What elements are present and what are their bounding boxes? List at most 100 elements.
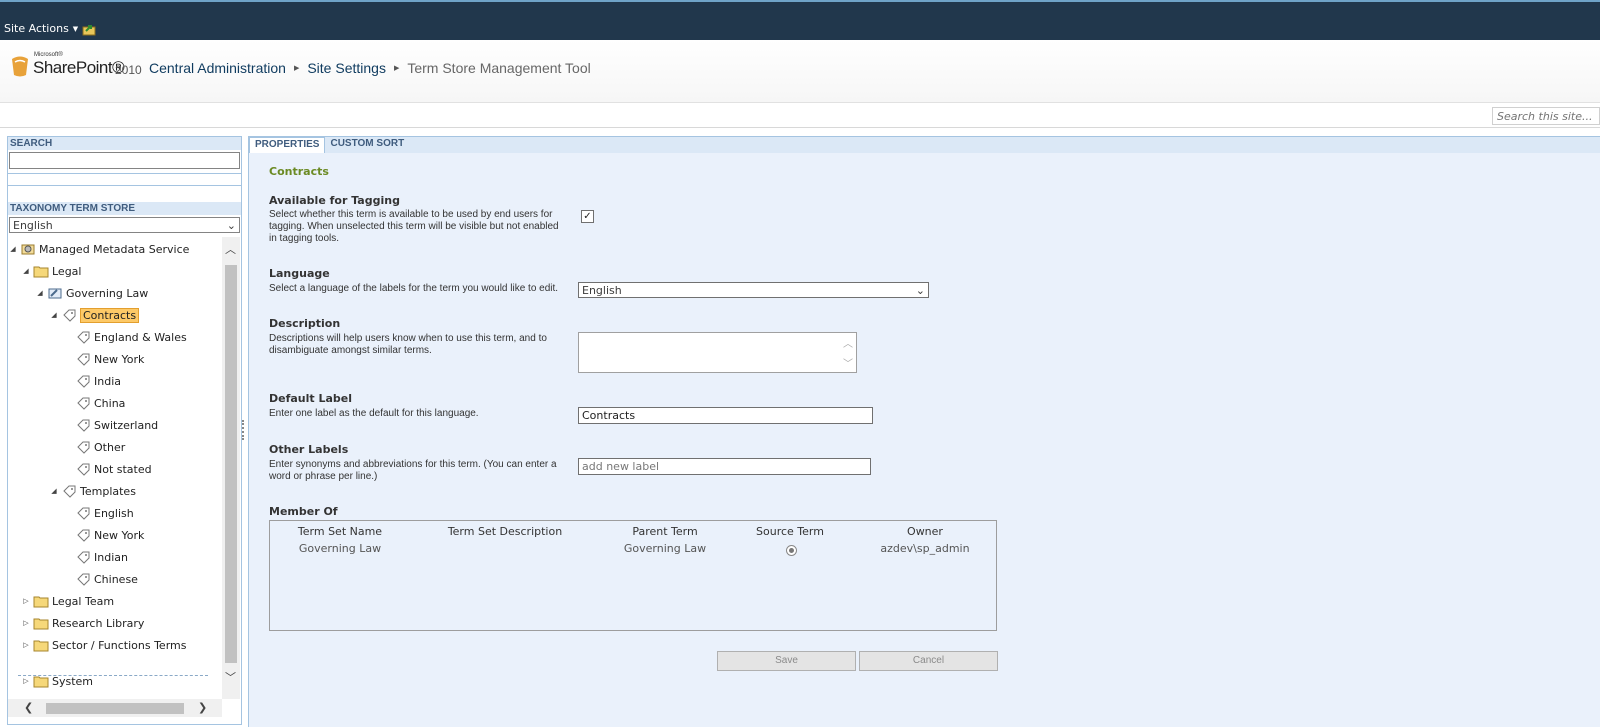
member-of-table: Term Set Name Term Set Description Paren…: [269, 520, 997, 631]
default-label-input[interactable]: Contracts: [578, 407, 873, 424]
tree-node-chinese[interactable]: Chinese: [73, 569, 138, 589]
tree-node-not-stated[interactable]: Not stated: [73, 459, 152, 479]
scroll-down-icon[interactable]: ﹀: [843, 355, 853, 370]
tree-node-label: New York: [94, 528, 145, 542]
collapse-icon[interactable]: ◢: [35, 289, 45, 297]
term-title: Contracts: [269, 165, 329, 178]
tree-divider: [18, 675, 208, 676]
tree-node-label: Chinese: [94, 572, 138, 586]
tree-node-indian[interactable]: Indian: [73, 547, 128, 567]
scroll-up-icon[interactable]: ︿: [225, 241, 236, 257]
expand-icon[interactable]: ▷: [21, 619, 31, 627]
site-search-input[interactable]: [1492, 107, 1600, 125]
scroll-left-icon[interactable]: ❮: [24, 701, 33, 714]
other-labels-input[interactable]: add new label: [578, 458, 871, 475]
tag-icon: [77, 419, 90, 432]
expand-icon[interactable]: ▷: [21, 597, 31, 605]
breadcrumb-separator-icon: ▶: [293, 65, 300, 72]
tag-icon: [63, 485, 76, 498]
default-label-title: Default Label: [269, 392, 353, 405]
tree-node-label: English: [94, 506, 134, 520]
tree-node-root[interactable]: ◢ Managed Metadata Service: [8, 239, 189, 259]
expand-icon[interactable]: ▷: [21, 641, 31, 649]
parent-term-cell: Governing Law: [623, 542, 707, 555]
search-results-band: [8, 173, 241, 186]
tree-node-new-york[interactable]: New York: [73, 349, 144, 369]
scroll-right-icon[interactable]: ❯: [198, 701, 207, 714]
collapse-icon[interactable]: ◢: [49, 487, 59, 495]
tree-node-label: Governing Law: [66, 286, 149, 300]
collapse-icon[interactable]: ◢: [49, 311, 59, 319]
tree-node-label: Indian: [94, 550, 128, 564]
save-button[interactable]: Save: [717, 651, 856, 671]
expand-icon[interactable]: ▷: [21, 677, 31, 685]
vertical-scroll-thumb[interactable]: [225, 265, 237, 663]
tree-node-contracts[interactable]: ◢ Contracts: [49, 305, 140, 325]
tree-node-legal-team[interactable]: ▷ Legal Team: [21, 591, 114, 611]
tree-node-switzerland[interactable]: Switzerland: [73, 415, 158, 435]
ribbon-bar: Site Actions ▼: [0, 0, 1600, 40]
language-select[interactable]: English ⌄: [578, 282, 929, 298]
sharepoint-text: SharePoint®: [33, 58, 125, 77]
scroll-up-icon[interactable]: ︿: [843, 335, 853, 350]
breadcrumb-central-admin[interactable]: Central Administration: [149, 60, 286, 76]
term-store-language-value: English: [13, 218, 53, 232]
breadcrumb: Central Administration ▶ Site Settings ▶…: [149, 60, 591, 76]
tree-node-legal[interactable]: ◢ Legal: [21, 261, 81, 281]
tag-icon: [77, 551, 90, 564]
term-search-input[interactable]: [9, 152, 240, 169]
navigate-up-icon[interactable]: [82, 23, 96, 36]
description-textarea[interactable]: ︿ ﹀: [578, 332, 857, 373]
tree-node-governing-law[interactable]: ◢ Governing Law: [35, 283, 148, 303]
collapse-icon[interactable]: ◢: [21, 267, 31, 275]
available-tagging-checkbox[interactable]: ✓: [581, 210, 594, 223]
cancel-button[interactable]: Cancel: [859, 651, 998, 671]
page-title: Term Store Management Tool: [407, 60, 591, 76]
description-desc: Descriptions will help users know when t…: [269, 333, 547, 356]
tab-strip: PROPERTIES CUSTOM SORT: [249, 137, 1600, 153]
chevron-down-icon: ▼: [72, 24, 79, 33]
tree-node-new-york-2[interactable]: New York: [73, 525, 144, 545]
language-desc: Select a language of the labels for the …: [269, 283, 559, 294]
sharepoint-logo[interactable]: Microsoft® SharePoint® 2010: [9, 51, 142, 87]
tab-custom-sort[interactable]: CUSTOM SORT: [325, 137, 409, 153]
tree-node-research-library[interactable]: ▷ Research Library: [21, 613, 144, 633]
tree-node-system[interactable]: ▷ System: [21, 671, 93, 691]
tree-node-other[interactable]: Other: [73, 437, 125, 457]
tree-node-india[interactable]: India: [73, 371, 121, 391]
term-store-language-select[interactable]: English ⌄: [9, 217, 240, 233]
tree-node-label: India: [94, 374, 121, 388]
other-labels-desc: Enter synonyms and abbreviations for thi…: [269, 459, 557, 482]
scroll-down-icon[interactable]: ﹀: [225, 669, 236, 685]
site-actions-menu[interactable]: Site Actions ▼: [4, 22, 78, 35]
tree-node-templates[interactable]: ◢ Templates: [49, 481, 136, 501]
available-tagging-desc: Select whether this term is available to…: [269, 209, 559, 244]
search-header: SEARCH: [8, 137, 241, 150]
tree-node-label: Managed Metadata Service: [39, 242, 190, 256]
tree-node-label: Legal: [52, 264, 82, 278]
tree-node-label: Research Library: [52, 616, 145, 630]
tree-vertical-scrollbar[interactable]: ︿ ﹀: [222, 237, 240, 699]
tree-node-china[interactable]: China: [73, 393, 125, 413]
panel-splitter-handle[interactable]: [242, 420, 245, 440]
tree-node-label: Other: [94, 440, 126, 454]
language-select-value: English: [582, 283, 622, 297]
tree-node-england-wales[interactable]: England & Wales: [73, 327, 187, 347]
tree-node-label: China: [94, 396, 126, 410]
tab-properties[interactable]: PROPERTIES: [249, 137, 326, 153]
horizontal-scroll-thumb[interactable]: [46, 703, 184, 714]
source-term-radio[interactable]: [786, 545, 797, 556]
other-labels-title: Other Labels: [269, 443, 349, 456]
collapse-icon[interactable]: ◢: [8, 245, 18, 253]
member-of-title: Member Of: [269, 505, 338, 518]
folder-icon: [33, 618, 49, 630]
tree-horizontal-scrollbar[interactable]: ❮ ❯: [8, 699, 222, 717]
tree-node-english[interactable]: English: [73, 503, 134, 523]
breadcrumb-site-settings[interactable]: Site Settings: [307, 60, 386, 76]
tree-node-sector-functions[interactable]: ▷ Sector / Functions Terms: [21, 635, 186, 655]
available-tagging-title: Available for Tagging: [269, 194, 400, 207]
tree-node-label: England & Wales: [94, 330, 187, 344]
tree-node-label: Contracts: [80, 307, 140, 323]
tag-icon: [77, 397, 90, 410]
tag-icon: [77, 507, 90, 520]
